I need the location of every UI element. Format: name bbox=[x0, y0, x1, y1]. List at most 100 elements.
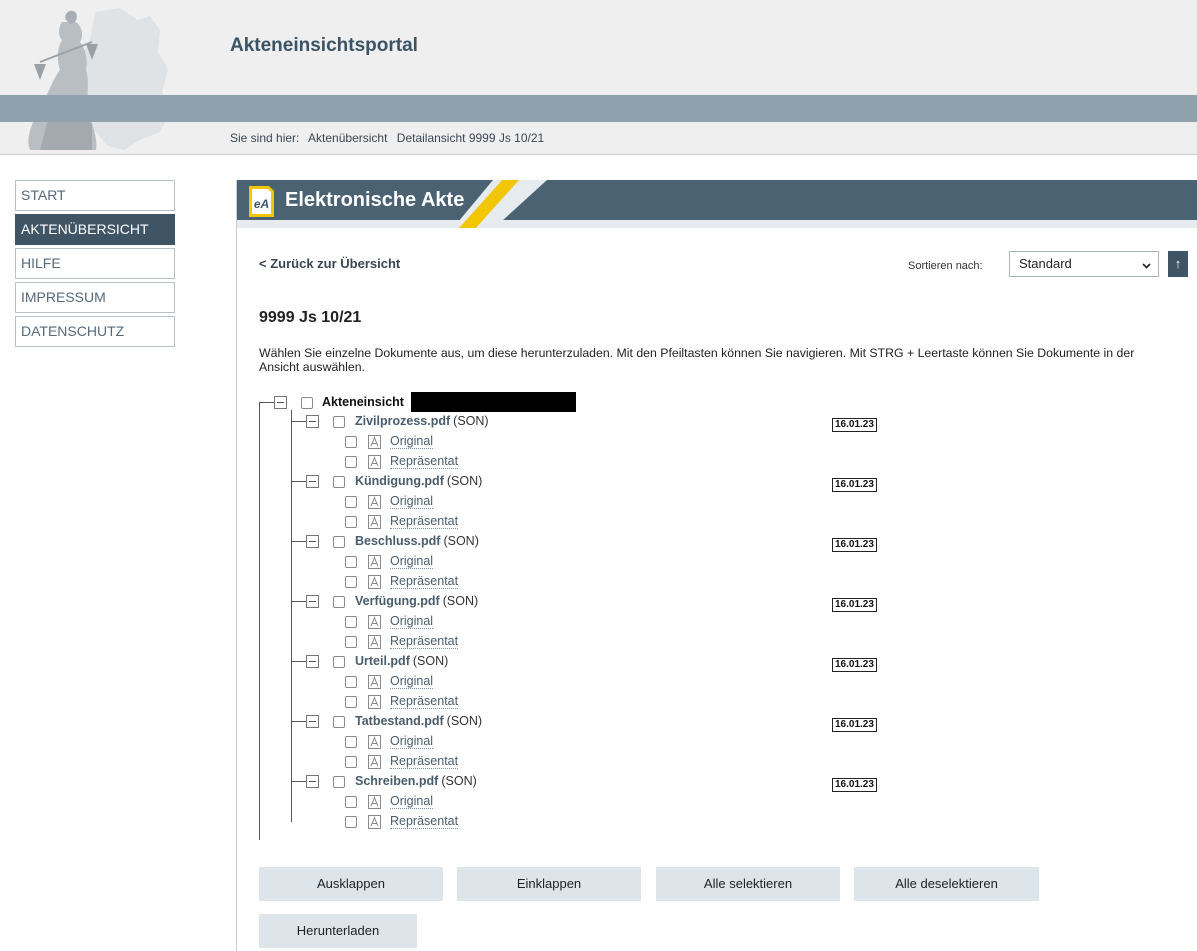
deselect-all-button[interactable]: Alle deselektieren bbox=[854, 867, 1039, 901]
doc-checkbox[interactable] bbox=[333, 656, 345, 668]
document-tree: Akteneinsicht Zivilprozess.pdf (SON) 16.01.… bbox=[237, 392, 1197, 840]
doc-toggle[interactable] bbox=[306, 415, 319, 428]
chevron-down-icon bbox=[1142, 263, 1151, 269]
doc-toggle[interactable] bbox=[306, 475, 319, 488]
variant-link-representation[interactable]: Repräsentat bbox=[390, 574, 459, 589]
tree-root-checkbox[interactable] bbox=[301, 397, 313, 409]
variant-link-representation[interactable]: Repräsentat bbox=[390, 694, 459, 709]
tree-root-label: Akteneinsicht bbox=[322, 395, 404, 409]
variant-link-representation[interactable]: Repräsentat bbox=[390, 814, 459, 829]
doc-toggle[interactable] bbox=[306, 775, 319, 788]
doc-checkbox[interactable] bbox=[333, 476, 345, 488]
variant-checkbox[interactable] bbox=[345, 816, 357, 828]
sort-select[interactable]: Standard bbox=[1009, 251, 1159, 277]
doc-filename: Urteil.pdf bbox=[355, 654, 410, 668]
doc-name-link[interactable]: Beschluss.pdf (SON) bbox=[355, 534, 479, 548]
variant-link-representation[interactable]: Repräsentat bbox=[390, 754, 459, 769]
variant-checkbox[interactable] bbox=[345, 636, 357, 648]
doc-checkbox[interactable] bbox=[333, 416, 345, 428]
variant-checkbox[interactable] bbox=[345, 696, 357, 708]
doc-date-badge: 16.01.23 bbox=[832, 778, 877, 792]
doc-name-link[interactable]: Tatbestand.pdf (SON) bbox=[355, 714, 482, 728]
doc-filename: Kündigung.pdf bbox=[355, 474, 444, 488]
doc-toggle[interactable] bbox=[306, 715, 319, 728]
breadcrumb-prefix: Sie sind hier: bbox=[230, 131, 300, 145]
doc-checkbox[interactable] bbox=[333, 536, 345, 548]
doc-filename: Tatbestand.pdf bbox=[355, 714, 444, 728]
header-divider bbox=[0, 154, 1197, 155]
tree-doc-connector bbox=[292, 541, 306, 542]
variant-checkbox[interactable] bbox=[345, 496, 357, 508]
doc-type: (SON) bbox=[446, 714, 483, 728]
doc-name-link[interactable]: Schreiben.pdf (SON) bbox=[355, 774, 477, 788]
page-header: Akteneinsichtsportal Sie sind hier: Akte… bbox=[0, 0, 1197, 155]
sidebar-nav: START AKTENÜBERSICHT HILFE IMPRESSUM DAT… bbox=[15, 180, 175, 350]
doc-name-link[interactable]: Zivilprozess.pdf (SON) bbox=[355, 414, 489, 428]
tree-doc-connector bbox=[292, 481, 306, 482]
variant-checkbox[interactable] bbox=[345, 756, 357, 768]
header-band bbox=[0, 95, 1197, 122]
doc-type: (SON) bbox=[443, 534, 479, 548]
collapse-all-button[interactable]: Einklappen bbox=[457, 867, 641, 901]
pdf-file-icon bbox=[368, 675, 381, 689]
section-title: Elektronische Akte bbox=[285, 189, 465, 211]
sidebar-item-datenschutz[interactable]: DATENSCHUTZ bbox=[15, 316, 175, 347]
breadcrumb-item-akten[interactable]: Aktenübersicht bbox=[308, 131, 387, 145]
select-all-button[interactable]: Alle selektieren bbox=[656, 867, 840, 901]
tree-doc-connector bbox=[292, 421, 306, 422]
doc-filename: Zivilprozess.pdf bbox=[355, 414, 451, 428]
variant-link-representation[interactable]: Repräsentat bbox=[390, 634, 459, 649]
variant-link-original[interactable]: Original bbox=[390, 434, 434, 449]
doc-toggle[interactable] bbox=[306, 655, 319, 668]
doc-toggle[interactable] bbox=[306, 535, 319, 548]
variant-checkbox[interactable] bbox=[345, 576, 357, 588]
tree-doc-connector bbox=[292, 661, 306, 662]
sidebar-item-hilfe[interactable]: HILFE bbox=[15, 248, 175, 279]
variant-link-original[interactable]: Original bbox=[390, 734, 434, 749]
download-button[interactable]: Herunterladen bbox=[259, 914, 417, 948]
tree-root-connector bbox=[260, 402, 274, 403]
variant-link-original[interactable]: Original bbox=[390, 674, 434, 689]
doc-checkbox[interactable] bbox=[333, 596, 345, 608]
pdf-file-icon bbox=[368, 455, 381, 469]
ea-icon-text: eA bbox=[254, 197, 269, 211]
pdf-file-icon bbox=[368, 755, 381, 769]
doc-checkbox[interactable] bbox=[333, 716, 345, 728]
pdf-file-icon bbox=[368, 615, 381, 629]
variant-checkbox[interactable] bbox=[345, 516, 357, 528]
variant-checkbox[interactable] bbox=[345, 796, 357, 808]
sidebar-item-impressum[interactable]: IMPRESSUM bbox=[15, 282, 175, 313]
variant-checkbox[interactable] bbox=[345, 676, 357, 688]
tree-doc-connector bbox=[292, 721, 306, 722]
doc-toggle[interactable] bbox=[306, 595, 319, 608]
variant-link-representation[interactable]: Repräsentat bbox=[390, 514, 459, 529]
doc-checkbox[interactable] bbox=[333, 776, 345, 788]
variant-link-representation[interactable]: Repräsentat bbox=[390, 454, 459, 469]
variant-checkbox[interactable] bbox=[345, 456, 357, 468]
sidebar-item-start[interactable]: START bbox=[15, 180, 175, 211]
variant-checkbox[interactable] bbox=[345, 736, 357, 748]
breadcrumb-item-detail: Detailansicht 9999 Js 10/21 bbox=[396, 131, 545, 145]
variant-checkbox[interactable] bbox=[345, 436, 357, 448]
pdf-file-icon bbox=[368, 495, 381, 509]
variant-checkbox[interactable] bbox=[345, 556, 357, 568]
tree-root-toggle[interactable] bbox=[274, 396, 287, 409]
variant-link-original[interactable]: Original bbox=[390, 794, 434, 809]
justitia-logo-icon bbox=[0, 0, 215, 155]
pdf-file-icon bbox=[368, 435, 381, 449]
expand-all-button[interactable]: Ausklappen bbox=[259, 867, 443, 901]
doc-name-link[interactable]: Urteil.pdf (SON) bbox=[355, 654, 448, 668]
doc-filename: Beschluss.pdf bbox=[355, 534, 441, 548]
variant-link-original[interactable]: Original bbox=[390, 554, 434, 569]
sort-direction-button[interactable]: ↑ bbox=[1168, 251, 1188, 277]
variant-link-original[interactable]: Original bbox=[390, 494, 434, 509]
sidebar-item-aktenuebersicht[interactable]: AKTENÜBERSICHT bbox=[15, 214, 175, 245]
doc-date-badge: 16.01.23 bbox=[832, 658, 877, 672]
doc-date-badge: 16.01.23 bbox=[832, 418, 877, 432]
doc-name-link[interactable]: Verfügung.pdf (SON) bbox=[355, 594, 478, 608]
variant-checkbox[interactable] bbox=[345, 616, 357, 628]
doc-name-link[interactable]: Kündigung.pdf (SON) bbox=[355, 474, 482, 488]
doc-type: (SON) bbox=[453, 414, 489, 428]
variant-link-original[interactable]: Original bbox=[390, 614, 434, 629]
back-to-overview-link[interactable]: < Zurück zur Übersicht bbox=[259, 256, 400, 271]
